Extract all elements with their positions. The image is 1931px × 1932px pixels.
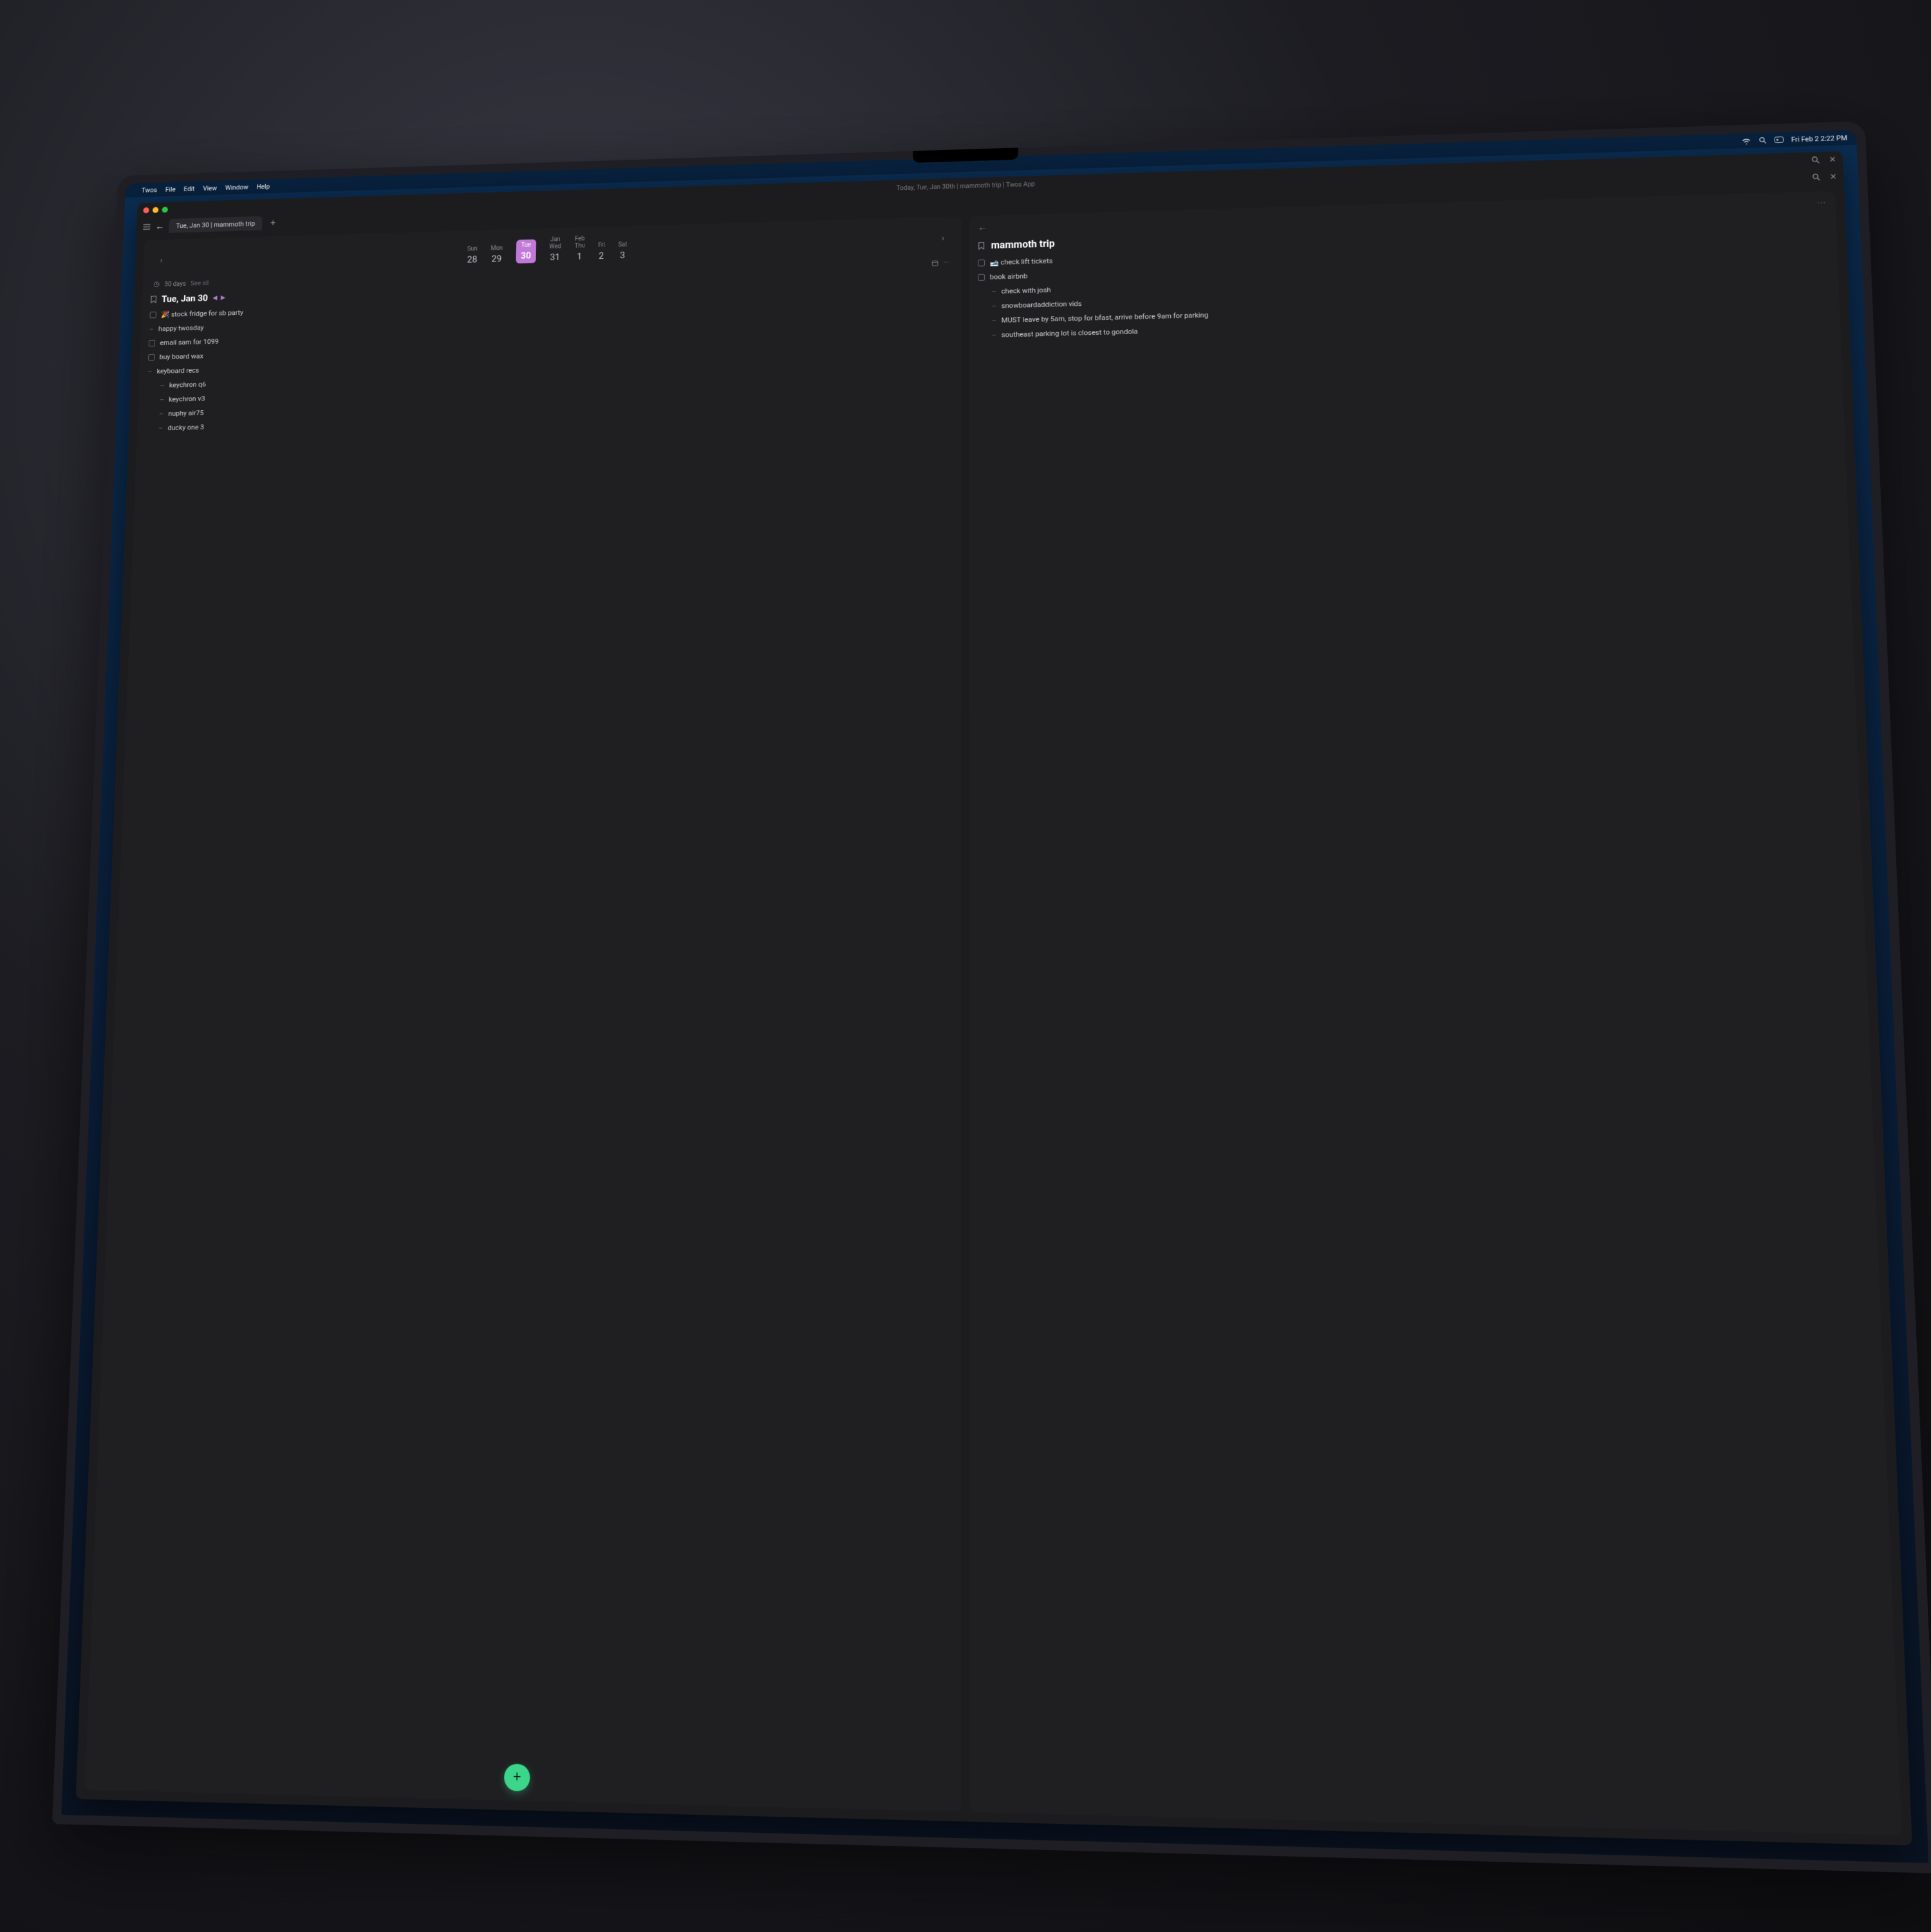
menubar-help[interactable]: Help [256, 182, 270, 190]
wifi-icon[interactable] [1742, 137, 1751, 144]
item-text: keychron v3 [169, 394, 205, 403]
tabbar-search-icon[interactable] [1812, 173, 1821, 182]
app-window: Today, Tue, Jan 30th | mammoth trip | Tw… [76, 151, 1912, 1845]
see-all-link[interactable]: See all [191, 279, 209, 288]
search-icon[interactable] [1758, 136, 1767, 144]
right-back-button[interactable]: ← [978, 221, 987, 232]
item-text: ducky one 3 [167, 423, 204, 432]
item-text: keychron q6 [169, 380, 207, 389]
bullet-dash: – [159, 409, 163, 418]
bullet-dash: – [160, 381, 165, 389]
new-tab-button[interactable]: + [266, 218, 279, 229]
item-text: keyboard recs [156, 366, 199, 375]
day-title: Tue, Jan 30 [162, 293, 209, 305]
cal-day[interactable]: Mon29 [490, 245, 503, 265]
bullet-dash: – [992, 316, 996, 324]
item-text: book airbnb [990, 272, 1028, 281]
control-center-icon[interactable] [1774, 136, 1784, 143]
item-text: buy board wax [159, 352, 203, 361]
add-item-fab[interactable]: + [504, 1763, 530, 1791]
tabbar-close-icon[interactable]: ✕ [1829, 172, 1837, 182]
bookmark-icon[interactable] [978, 241, 985, 250]
bullet-dash: – [992, 330, 996, 339]
left-item-list: 🎉 stock fridge for sb party–happy twosda… [145, 288, 953, 434]
more-options-icon[interactable]: ··· [944, 259, 951, 267]
cal-day[interactable]: Tue30 [516, 239, 536, 264]
menubar-file[interactable]: File [165, 185, 176, 193]
titlebar-close-icon[interactable]: ✕ [1829, 155, 1836, 165]
window-close-button[interactable] [143, 207, 149, 213]
tab-label: Tue, Jan 30 | mammoth trip [176, 220, 255, 229]
bullet-dash: – [992, 301, 996, 310]
traffic-lights [143, 207, 168, 213]
menubar-view[interactable]: View [203, 184, 217, 192]
prev-day-button[interactable]: ◀ [212, 294, 217, 301]
menubar-window[interactable]: Window [225, 183, 248, 191]
cal-day[interactable]: Sun28 [467, 246, 478, 265]
window-title: Today, Tue, Jan 30th | mammoth trip | Tw… [897, 180, 1035, 192]
tab-main[interactable]: Tue, Jan 30 | mammoth trip [169, 216, 262, 233]
checkbox[interactable] [978, 274, 985, 281]
calendar-view-icon[interactable] [931, 259, 939, 267]
checkbox[interactable] [978, 259, 985, 267]
checkbox[interactable] [148, 354, 154, 361]
menubar-edit[interactable]: Edit [183, 185, 194, 192]
bookmark-icon[interactable] [150, 295, 157, 304]
cal-next-button[interactable]: › [938, 234, 948, 243]
item-text: snowboardaddiction vids [1002, 299, 1082, 310]
item-text: email sam for 1099 [160, 337, 219, 347]
item-text: 🎉 stock fridge for sb party [161, 308, 243, 319]
back-button[interactable]: ← [155, 221, 164, 232]
clock-icon [153, 281, 160, 288]
item-text: happy twosday [158, 323, 204, 333]
menubar-app-name[interactable]: Twos [142, 186, 158, 194]
item-text: check with josh [1002, 286, 1051, 295]
bullet-dash: – [992, 287, 996, 295]
titlebar-search-icon[interactable] [1811, 156, 1820, 165]
item-text: nuphy air75 [168, 409, 203, 418]
note-title: mammoth trip [991, 238, 1055, 251]
bullet-dash: – [149, 324, 154, 333]
left-pane: ‹ Sun28 Mon29 Tue30 Jan Wed31 Feb Thu1 Fri2 Sa… [85, 216, 962, 1812]
window-minimize-button[interactable] [153, 207, 158, 213]
cal-day[interactable]: Feb Thu1 [574, 236, 585, 262]
bullet-dash: – [147, 367, 152, 375]
item-text: southeast parking lot is closest to gond… [1002, 327, 1138, 339]
item-text: 🎿 check lift tickets [990, 256, 1053, 267]
cal-prev-button[interactable]: ‹ [156, 256, 166, 265]
cal-day[interactable]: Sat3 [618, 241, 627, 261]
cal-day[interactable]: Jan Wed31 [549, 236, 561, 263]
cal-day[interactable]: Fri2 [598, 242, 605, 261]
bullet-dash: – [160, 395, 164, 404]
menubar-clock[interactable]: Fri Feb 2 2:22 PM [1791, 134, 1847, 144]
next-day-button[interactable]: ▶ [221, 294, 225, 301]
bullet-dash: – [158, 424, 163, 432]
checkbox[interactable] [150, 312, 156, 318]
right-pane: ← ··· mammoth trip 🎿 check lift tickets b… [969, 191, 1902, 1835]
day-range-label: 30 days [164, 280, 186, 288]
checkbox[interactable] [149, 340, 155, 346]
sidebar-toggle-icon[interactable] [142, 223, 151, 230]
right-more-icon[interactable]: ··· [1817, 198, 1826, 208]
window-fullscreen-button[interactable] [162, 207, 168, 212]
item-text: MUST leave by 5am, stop for bfast, arriv… [1002, 310, 1208, 324]
